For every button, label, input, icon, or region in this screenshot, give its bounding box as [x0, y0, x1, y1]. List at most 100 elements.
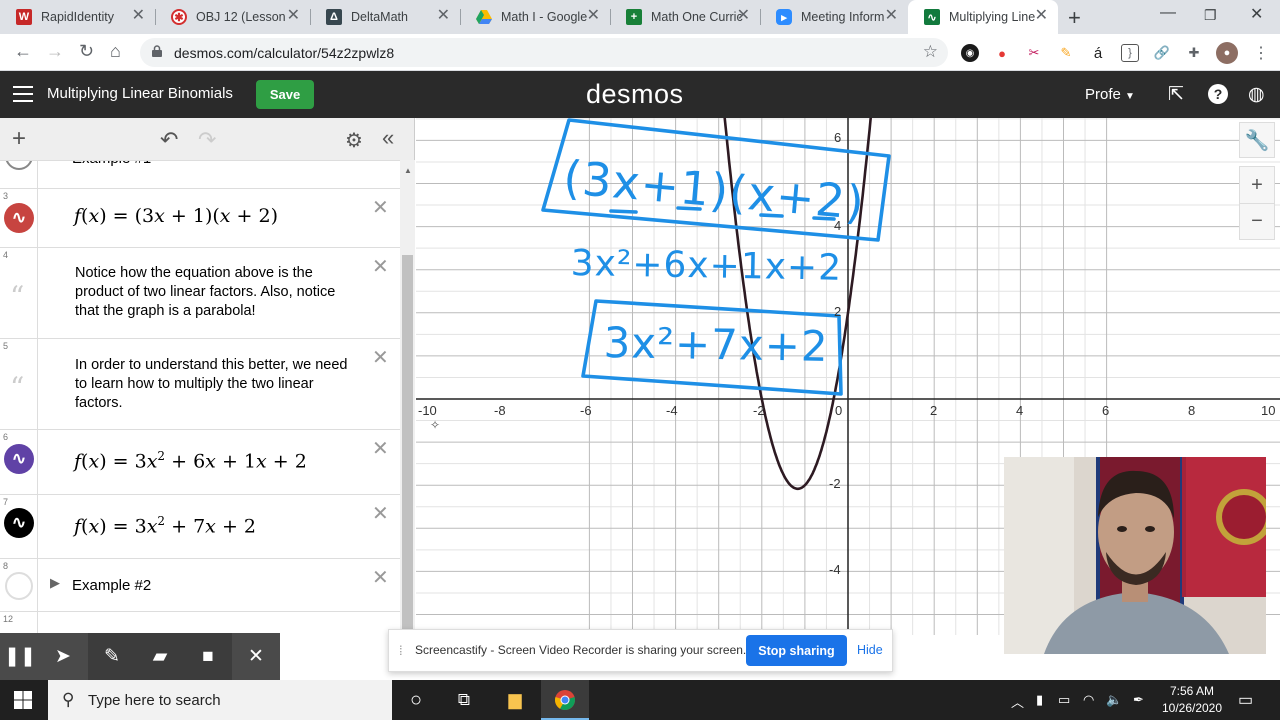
zoom-out-button[interactable]: −	[1239, 203, 1275, 240]
redo-icon[interactable]: ↷	[198, 127, 216, 153]
close-icon[interactable]: ✕	[885, 8, 898, 24]
expression-row[interactable]: 7 ∿ f(x) = 3x2 + 7x + 2 ✕	[0, 495, 400, 559]
screencastify-extension-icon[interactable]: ●	[993, 44, 1011, 62]
new-tab-button[interactable]: +	[1068, 5, 1081, 31]
profile-menu[interactable]: Profe ▼	[1085, 86, 1135, 103]
folder-toggle-icon[interactable]	[5, 572, 33, 600]
close-icon[interactable]: ✕	[587, 8, 600, 24]
hamburger-menu-icon[interactable]	[13, 86, 33, 102]
highlighter-extension-icon[interactable]: ✎	[1057, 44, 1075, 62]
folder-row[interactable]: 8 ▶ Example #2 ✕	[0, 559, 400, 612]
tab-deltamath[interactable]: Δ DeltaMath ✕	[310, 0, 460, 34]
browser-toolbar: ← → ↻ ⌂ desmos.com/calculator/54z2zpwlz8…	[0, 34, 1280, 71]
delete-expression-icon[interactable]: ✕	[372, 436, 389, 461]
cursor-icon[interactable]: ➤	[40, 633, 86, 680]
system-clock[interactable]: 7:56 AM 10/26/2020	[1160, 683, 1224, 717]
address-bar[interactable]: desmos.com/calculator/54z2zpwlz8 ☆	[140, 38, 948, 67]
windows-start-icon[interactable]	[14, 691, 32, 709]
delete-expression-icon[interactable]: ✕	[372, 254, 389, 279]
home-icon[interactable]: ⌂	[110, 41, 121, 62]
wifi-icon[interactable]: ◠	[1083, 692, 1094, 708]
expression-math[interactable]: f(x) = 3x2 + 6x + 1x + 2	[74, 449, 307, 472]
camera-extension-icon[interactable]: ◉	[961, 44, 979, 62]
expression-row[interactable]: 6 ∿ f(x) = 3x2 + 6x + 1x + 2 ✕	[0, 430, 400, 495]
task-view-icon[interactable]: ⧉	[450, 686, 478, 714]
bookmark-star-icon[interactable]: ☆	[923, 42, 938, 62]
pen-icon[interactable]: ✎	[88, 633, 136, 680]
globe-icon[interactable]: ◍	[1248, 83, 1265, 106]
tab-obj12[interactable]: ✱ OBJ 12 (Lesson ✕	[155, 0, 310, 34]
collapse-list-icon[interactable]: «	[382, 125, 394, 151]
window-close-icon[interactable]: ✕	[1250, 4, 1263, 24]
graph-visibility-icon[interactable]: ∿	[4, 444, 34, 474]
pause-icon[interactable]: ❚❚	[0, 633, 40, 680]
drag-handle-icon[interactable]: ⁞	[399, 643, 403, 658]
battery-icon[interactable]: ▭	[1058, 692, 1070, 708]
y-tick-label: -2	[829, 476, 841, 491]
back-icon[interactable]: ←	[14, 41, 32, 62]
share-icon[interactable]: ⇱	[1168, 83, 1184, 106]
close-icon[interactable]: ✕	[1035, 8, 1048, 24]
chrome-icon[interactable]	[551, 686, 579, 714]
zoom-in-button[interactable]: +	[1239, 166, 1275, 203]
delete-expression-icon[interactable]: ✕	[372, 501, 389, 526]
tab-rapididentity[interactable]: W RapidIdentity ✕	[0, 0, 155, 34]
stop-sharing-button[interactable]: Stop sharing	[746, 635, 847, 666]
restore-icon[interactable]: ❐	[1204, 7, 1217, 24]
settings-gear-icon[interactable]: ⚙	[345, 128, 363, 153]
close-icon[interactable]: ✕	[737, 8, 750, 24]
folder-expand-icon[interactable]: ▶	[50, 575, 60, 591]
delete-expression-icon[interactable]: ✕	[372, 565, 389, 590]
notification-center-icon[interactable]: ▭	[1238, 690, 1253, 710]
tab-meeting-information[interactable]: ▸ Meeting Inform ✕	[760, 0, 908, 34]
hide-button[interactable]: Hide	[857, 643, 883, 657]
folder-label[interactable]: Example #2	[72, 577, 151, 594]
delete-expression-icon[interactable]: ✕	[372, 195, 389, 220]
expression-math[interactable]: f(x) = (3x + 1)(x + 2)	[74, 205, 278, 227]
document-extension-icon[interactable]: }	[1121, 44, 1139, 62]
expression-row[interactable]: 3 ∿ f(x) = (3x + 1)(x + 2) ✕	[0, 189, 400, 248]
close-toolbar-icon[interactable]: ✕	[232, 633, 280, 680]
microphone-icon[interactable]: ▮	[1036, 692, 1043, 708]
undo-icon[interactable]: ↶	[160, 127, 178, 153]
save-button[interactable]: Save	[256, 80, 314, 109]
video-camera-icon[interactable]: ■	[184, 633, 232, 680]
link-extension-icon[interactable]: 🔗	[1153, 44, 1171, 62]
note-row[interactable]: 5 “ In order to understand this better, …	[0, 339, 400, 430]
help-icon[interactable]: ?	[1208, 84, 1228, 104]
add-item-icon[interactable]: +	[12, 125, 26, 153]
note-text[interactable]: In order to understand this better, we n…	[75, 356, 355, 413]
file-explorer-icon[interactable]: ▆	[501, 686, 529, 714]
graph-title[interactable]: Multiplying Linear Binomials	[47, 85, 233, 102]
graph-visibility-icon[interactable]: ∿	[4, 508, 34, 538]
volume-icon[interactable]: 🔈	[1106, 692, 1122, 708]
expression-math[interactable]: f(x) = 3x2 + 7x + 2	[74, 514, 256, 537]
eraser-icon[interactable]: ▰	[136, 633, 184, 680]
profile-avatar[interactable]: ●	[1216, 42, 1238, 64]
empty-expression-row[interactable]: 12	[0, 612, 400, 635]
reload-icon[interactable]: ↻	[79, 41, 94, 62]
minimize-icon[interactable]: —	[1160, 4, 1176, 22]
show-hidden-icons[interactable]: ︿	[1011, 692, 1024, 711]
close-icon[interactable]: ✕	[132, 8, 145, 24]
tab-math-one-curriculum[interactable]: + Math One Curric ✕	[610, 0, 760, 34]
puzzle-extension-icon[interactable]: ✚	[1185, 44, 1203, 62]
tab-math1-google[interactable]: Math I - Google ✕	[460, 0, 610, 34]
close-icon[interactable]: ✕	[287, 8, 300, 24]
scrollbar-thumb[interactable]	[402, 255, 413, 635]
note-text[interactable]: Notice how the equation above is the pro…	[75, 264, 355, 321]
graph-visibility-icon[interactable]: ∿	[4, 203, 34, 233]
scissors-extension-icon[interactable]: ✂	[1025, 44, 1043, 62]
tab-multiplying-linear[interactable]: ∿ Multiplying Line ✕	[908, 0, 1058, 34]
pen-workspace-icon[interactable]: ✒	[1133, 692, 1144, 708]
close-icon[interactable]: ✕	[437, 8, 450, 24]
accent-extension-icon[interactable]: á	[1089, 44, 1107, 62]
forward-icon[interactable]: →	[46, 41, 64, 62]
chrome-menu-icon[interactable]: ⋮	[1252, 44, 1270, 62]
note-row[interactable]: 4 “ Notice how the equation above is the…	[0, 248, 400, 339]
cortana-icon[interactable]: ○	[402, 686, 430, 714]
delete-expression-icon[interactable]: ✕	[372, 345, 389, 370]
scroll-up-icon[interactable]: ▲	[404, 166, 412, 175]
graph-settings-wrench-icon[interactable]: 🔧	[1239, 122, 1275, 158]
taskbar-search-box[interactable]: ⚲ Type here to search	[48, 680, 392, 720]
